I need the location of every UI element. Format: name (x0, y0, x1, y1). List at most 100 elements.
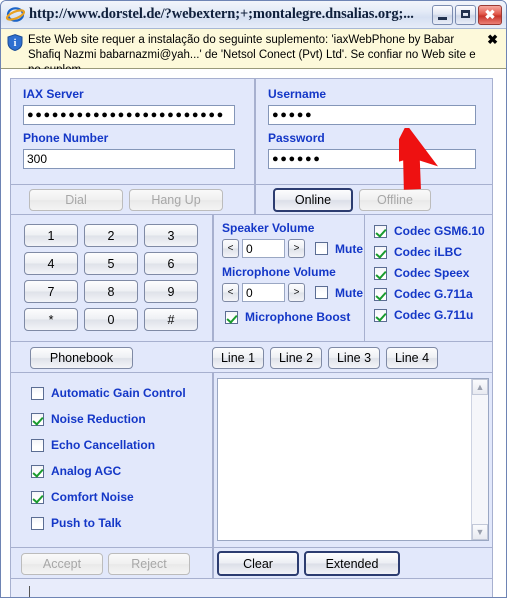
close-button[interactable]: ✖ (478, 4, 502, 25)
option-checkbox[interactable] (31, 464, 44, 478)
log-textarea[interactable]: ▲ ▼ (217, 378, 489, 541)
codec-panel: Codec GSM6.10 Codec iLBC Codec Speex Codec … (364, 214, 493, 342)
microphone-boost-row: Microphone Boost (225, 310, 350, 324)
scroll-down-button[interactable]: ▼ (472, 524, 488, 540)
infobar-close-icon[interactable]: ✖ (487, 33, 498, 47)
account-panel-right: Username ●●●●● Password ●●●●●● (255, 78, 493, 185)
option-checkbox[interactable] (31, 386, 44, 400)
speaker-mute-label: Mute (335, 241, 363, 256)
codec-checkbox[interactable] (374, 308, 387, 322)
codec-label: Codec GSM6.10 (394, 224, 485, 238)
online-button[interactable]: Online (273, 188, 353, 212)
log-panel: ▲ ▼ (213, 372, 493, 548)
speaker-volume-decrement[interactable]: < (222, 239, 239, 258)
line-tab-4[interactable]: Line 4 (386, 347, 438, 369)
call-buttons-panel-right: Online Offline (255, 184, 493, 215)
line-tab-2[interactable]: Line 2 (270, 347, 322, 369)
speaker-volume-increment[interactable]: > (288, 239, 305, 258)
clear-button[interactable]: Clear (217, 551, 299, 576)
keypad-key-6[interactable]: 6 (144, 252, 198, 275)
call-buttons-panel-left: Dial Hang Up (10, 184, 255, 215)
keypad-key-3[interactable]: 3 (144, 224, 198, 247)
microphone-mute-label: Mute (335, 285, 363, 300)
option-label: Comfort Noise (51, 490, 134, 504)
option-row: Analog AGC (31, 464, 186, 478)
keypad-key-7[interactable]: 7 (24, 280, 78, 303)
browser-window: http://www.dorstel.de/?webextern;+;monta… (0, 0, 507, 598)
codec-label: Codec G.711a (394, 287, 473, 301)
microphone-volume-row: < 0 > Mute (222, 283, 363, 302)
maximize-icon (461, 9, 470, 18)
keypad-key-0[interactable]: 0 (84, 308, 138, 331)
codec-row: Codec GSM6.10 (374, 224, 485, 238)
option-label: Noise Reduction (51, 412, 146, 426)
line-tab-1[interactable]: Line 1 (212, 347, 264, 369)
speaker-volume-input[interactable]: 0 (242, 239, 285, 258)
keypad-key-9[interactable]: 9 (144, 280, 198, 303)
codec-label: Codec Speex (394, 266, 470, 280)
title-bar: http://www.dorstel.de/?webextern;+;monta… (1, 1, 506, 29)
option-label: Automatic Gain Control (51, 386, 186, 400)
option-checkbox[interactable] (31, 412, 44, 426)
speaker-mute-checkbox[interactable] (315, 242, 328, 255)
scroll-up-button[interactable]: ▲ (472, 379, 488, 395)
speaker-volume-row: < 0 > Mute (222, 239, 363, 258)
option-label: Analog AGC (51, 464, 122, 478)
options-panel: Automatic Gain Control Noise Reduction Ech… (10, 372, 213, 548)
minimize-button[interactable] (432, 4, 453, 25)
keypad-key-8[interactable]: 8 (84, 280, 138, 303)
options-list: Automatic Gain Control Noise Reduction Ech… (31, 386, 186, 542)
keypad-key-4[interactable]: 4 (24, 252, 78, 275)
microphone-volume-label: Microphone Volume (222, 265, 336, 279)
password-label: Password (268, 131, 325, 145)
information-bar[interactable]: i Este Web site requer a instalação do s… (1, 29, 506, 76)
line-tab-3[interactable]: Line 3 (328, 347, 380, 369)
keypad-panel: 1 2 3 4 5 6 7 8 9 * 0 # (10, 214, 213, 342)
option-label: Echo Cancellation (51, 438, 156, 452)
microphone-volume-decrement[interactable]: < (222, 283, 239, 302)
dial-button[interactable]: Dial (29, 189, 123, 211)
microphone-volume-increment[interactable]: > (288, 283, 305, 302)
codec-label: Codec G.711u (394, 308, 474, 322)
hangup-button[interactable]: Hang Up (129, 189, 223, 211)
log-scrollbar[interactable]: ▲ ▼ (471, 379, 488, 540)
microphone-boost-label: Microphone Boost (245, 310, 351, 324)
option-checkbox[interactable] (31, 490, 44, 504)
iax-server-input[interactable]: ●●●●●●●●●●●●●●●●●●●●●●●● (23, 105, 235, 125)
keypad-key-star[interactable]: * (24, 308, 78, 331)
codec-checkbox[interactable] (374, 224, 387, 238)
accept-button[interactable]: Accept (21, 553, 103, 575)
iax-webphone-applet: IAX Server ●●●●●●●●●●●●●●●●●●●●●●●● Phon… (10, 78, 493, 597)
extended-button[interactable]: Extended (304, 551, 400, 576)
microphone-boost-checkbox[interactable] (225, 310, 238, 324)
microphone-mute-checkbox[interactable] (315, 286, 328, 299)
phone-number-input[interactable]: 300 (23, 149, 235, 169)
keypad-key-1[interactable]: 1 (24, 224, 78, 247)
keypad-key-2[interactable]: 2 (84, 224, 138, 247)
option-checkbox[interactable] (31, 516, 44, 530)
codec-checkbox[interactable] (374, 287, 387, 301)
log-text (218, 379, 488, 385)
keypad-key-5[interactable]: 5 (84, 252, 138, 275)
actions-panel-left: Accept Reject (10, 547, 213, 579)
reject-button[interactable]: Reject (108, 553, 190, 575)
codec-checkbox[interactable] (374, 266, 387, 280)
codec-checkbox[interactable] (374, 245, 387, 259)
phonebook-button[interactable]: Phonebook (30, 347, 133, 369)
maximize-button[interactable] (455, 4, 476, 25)
option-row: Noise Reduction (31, 412, 186, 426)
username-input[interactable]: ●●●●● (268, 105, 476, 125)
status-text (29, 586, 31, 597)
iax-server-label: IAX Server (23, 87, 84, 101)
window-title: http://www.dorstel.de/?webextern;+;monta… (29, 6, 414, 22)
speaker-volume-label: Speaker Volume (222, 221, 315, 235)
password-input[interactable]: ●●●●●● (268, 149, 476, 169)
option-checkbox[interactable] (31, 438, 44, 452)
microphone-volume-input[interactable]: 0 (242, 283, 285, 302)
audio-panel: Speaker Volume < 0 > Mute Microphone Vol… (213, 214, 365, 342)
keypad-key-hash[interactable]: # (144, 308, 198, 331)
svg-text:i: i (14, 38, 17, 49)
internet-explorer-icon (5, 5, 26, 24)
option-row: Comfort Noise (31, 490, 186, 504)
offline-button[interactable]: Offline (359, 189, 431, 211)
